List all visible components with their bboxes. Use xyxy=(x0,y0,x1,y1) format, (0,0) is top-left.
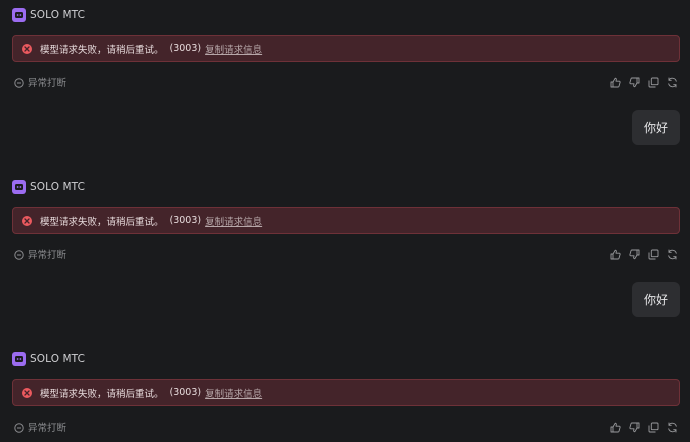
status-label: 异常打断 xyxy=(28,250,67,261)
copy-icon[interactable] xyxy=(648,422,659,433)
bot-header: SOLO MTC xyxy=(12,351,85,367)
thumbs-down-icon[interactable] xyxy=(629,422,640,433)
robot-icon xyxy=(12,352,26,366)
thumbs-up-icon[interactable] xyxy=(610,422,621,433)
copy-request-info-link[interactable]: 复制请求信息 xyxy=(205,214,262,228)
error-code: (3003) xyxy=(169,215,202,226)
copy-icon[interactable] xyxy=(648,77,659,88)
error-code: (3003) xyxy=(169,43,202,54)
error-banner: 模型请求失败，请稍后重试。 (3003) 复制请求信息 xyxy=(12,35,680,62)
bot-name: SOLO MTC xyxy=(30,181,85,193)
robot-icon xyxy=(12,180,26,194)
x-circle-icon xyxy=(22,215,32,226)
error-banner: 模型请求失败，请稍后重试。 (3003) 复制请求信息 xyxy=(12,207,680,234)
bot-name: SOLO MTC xyxy=(30,9,85,21)
thumbs-up-icon[interactable] xyxy=(610,249,621,260)
thumbs-down-icon[interactable] xyxy=(629,77,640,88)
minus-circle-icon xyxy=(14,418,24,437)
error-banner: 模型请求失败，请稍后重试。 (3003) 复制请求信息 xyxy=(12,379,680,406)
minus-circle-icon xyxy=(14,245,24,264)
thumbs-down-icon[interactable] xyxy=(629,249,640,260)
copy-request-info-link[interactable]: 复制请求信息 xyxy=(205,386,262,400)
message-actions xyxy=(610,420,678,434)
error-message: 模型请求失败，请稍后重试。 xyxy=(40,388,164,400)
refresh-icon[interactable] xyxy=(667,249,678,260)
robot-icon xyxy=(12,8,26,22)
interrupted-status: 异常打断 xyxy=(14,420,66,434)
x-circle-icon xyxy=(22,43,32,54)
copy-icon[interactable] xyxy=(648,249,659,260)
message-actions xyxy=(610,247,678,261)
minus-circle-icon xyxy=(14,73,24,92)
error-message: 模型请求失败，请稍后重试。 xyxy=(40,216,164,228)
user-message: 你好 xyxy=(632,282,680,317)
copy-request-info-link[interactable]: 复制请求信息 xyxy=(205,42,262,56)
error-code: (3003) xyxy=(169,387,202,398)
status-label: 异常打断 xyxy=(28,423,67,434)
user-message: 你好 xyxy=(632,110,680,145)
interrupted-status: 异常打断 xyxy=(14,75,66,89)
refresh-icon[interactable] xyxy=(667,77,678,88)
bot-header: SOLO MTC xyxy=(12,7,85,23)
message-actions xyxy=(610,75,678,89)
interrupted-status: 异常打断 xyxy=(14,247,66,261)
x-circle-icon xyxy=(22,387,32,398)
refresh-icon[interactable] xyxy=(667,422,678,433)
error-message: 模型请求失败，请稍后重试。 xyxy=(40,44,164,56)
status-label: 异常打断 xyxy=(28,78,67,89)
bot-name: SOLO MTC xyxy=(30,353,85,365)
thumbs-up-icon[interactable] xyxy=(610,77,621,88)
bot-header: SOLO MTC xyxy=(12,179,85,195)
